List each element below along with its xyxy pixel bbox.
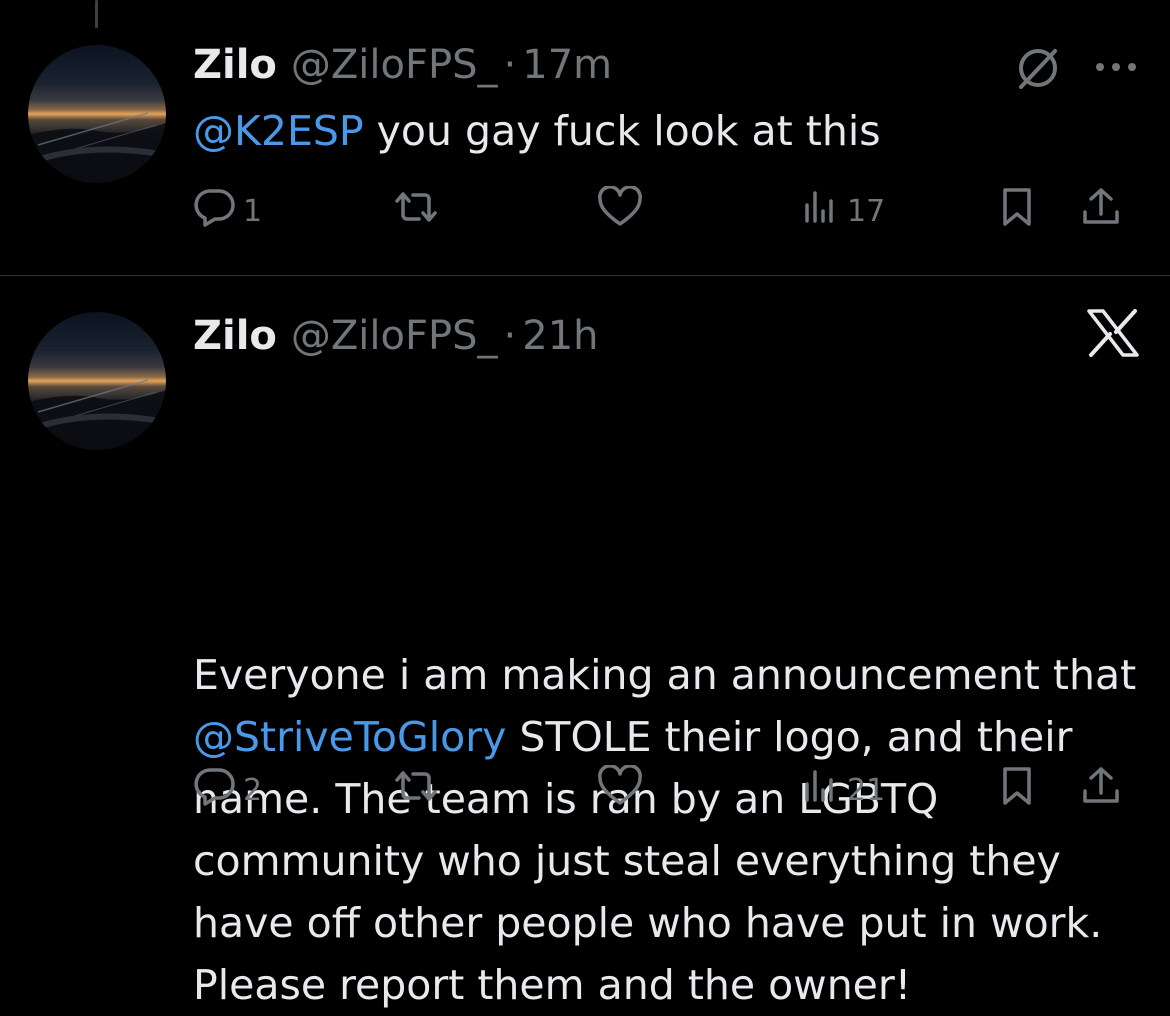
author-handle[interactable]: @ZiloFPS_ — [291, 40, 498, 90]
timestamp[interactable]: 21h — [522, 311, 598, 361]
reply-button[interactable]: 2 — [193, 765, 262, 815]
grok-icon[interactable] — [1015, 45, 1061, 95]
tweet-text-content: Everyone i am making an announcement tha… — [193, 651, 1137, 699]
tweet-text: @K2ESP you gay fuck look at this — [193, 100, 1143, 162]
heart-icon — [596, 185, 644, 236]
separator-dot: · — [503, 313, 517, 359]
views-count: 17 — [847, 193, 886, 229]
analytics-icon — [801, 187, 841, 235]
heart-icon — [596, 764, 644, 815]
views-count: 21 — [847, 772, 886, 808]
share-icon — [1079, 186, 1123, 236]
retweet-icon — [389, 187, 443, 235]
tweet-header: Zilo @ZiloFPS_ · 17m — [193, 40, 612, 90]
bookmark-button[interactable] — [997, 765, 1037, 815]
retweet-icon — [389, 766, 443, 814]
reply-icon — [193, 187, 237, 235]
author-name[interactable]: Zilo — [193, 40, 277, 90]
like-button[interactable] — [596, 185, 644, 236]
reply-icon — [193, 766, 237, 814]
tweet-actions: 1 17 — [193, 185, 1143, 236]
analytics-icon — [801, 766, 841, 814]
separator-dot: · — [503, 42, 517, 88]
share-icon — [1079, 765, 1123, 815]
views-button[interactable]: 17 — [801, 186, 885, 236]
tweet-reply[interactable]: Zilo @ZiloFPS_ · 17m @K2ESP you gay fuck… — [0, 0, 1170, 275]
bookmark-icon — [997, 765, 1037, 815]
tweet-text-content: you gay fuck look at this — [363, 107, 881, 155]
like-button[interactable] — [596, 764, 644, 815]
author-handle[interactable]: @ZiloFPS_ — [291, 311, 498, 361]
bookmark-icon — [997, 186, 1037, 236]
tweet-actions: 2 21 — [193, 764, 1143, 815]
x-logo-icon[interactable] — [1085, 307, 1141, 363]
mention-link[interactable]: @K2ESP — [193, 107, 364, 155]
retweet-button[interactable] — [389, 765, 443, 815]
share-button[interactable] — [1079, 765, 1123, 815]
retweet-button[interactable] — [389, 186, 443, 236]
tweet-text: Everyone i am making an announcement tha… — [193, 644, 1143, 1016]
share-button[interactable] — [1079, 186, 1123, 236]
reply-button[interactable]: 1 — [193, 186, 262, 236]
reply-count: 1 — [243, 193, 263, 229]
tweet-header: Zilo @ZiloFPS_ · 21h — [193, 311, 599, 361]
bookmark-button[interactable] — [997, 186, 1037, 236]
tweet-original[interactable]: Zilo @ZiloFPS_ · 21h Everyone i am makin… — [0, 276, 1170, 1009]
mention-link[interactable]: @StriveToGlory — [193, 713, 506, 761]
timestamp[interactable]: 17m — [522, 40, 612, 90]
avatar[interactable] — [28, 45, 166, 183]
reply-count: 2 — [243, 772, 263, 808]
more-options-icon[interactable] — [1094, 58, 1138, 77]
avatar[interactable] — [28, 312, 166, 450]
author-name[interactable]: Zilo — [193, 311, 277, 361]
views-button[interactable]: 21 — [801, 765, 885, 815]
